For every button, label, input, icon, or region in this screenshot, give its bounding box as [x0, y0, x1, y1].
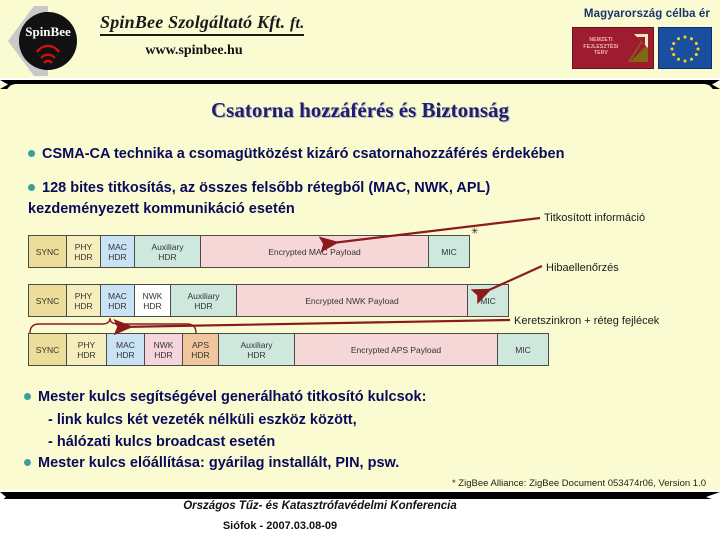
- slide-body: Csatorna hozzáférés és Biztonság CSMA-CA…: [6, 84, 714, 490]
- bullet-master-key-derive: Mester kulcs segítségével generálható ti…: [24, 389, 426, 405]
- cell-mic: MIC: [498, 334, 548, 365]
- campaign-slogan: Magyarország célba ér: [583, 8, 710, 20]
- cell-mac-hdr: MAC HDR: [107, 334, 145, 365]
- cell-aps-hdr: APS HDR: [183, 334, 219, 365]
- cell-aux-hdr: Auxiliary HDR: [171, 285, 237, 316]
- bullet-dot-icon: [28, 149, 35, 157]
- cell-sync: SYNC: [29, 236, 67, 267]
- annotation-encrypted-info: Titkosított információ: [544, 212, 646, 224]
- bullet-master-key-derive-label: Mester kulcs segítségével generálható ti…: [38, 389, 427, 405]
- sub-item-link-key: - link kulcs két vezeték nélküli eszköz …: [48, 412, 357, 428]
- bullet-csma-ca: CSMA-CA technika a csomagütközést kizáró…: [28, 146, 564, 162]
- cell-mac-hdr: MAC HDR: [101, 285, 135, 316]
- slide-root: SpinBee SpinBee Szolgáltató Kft. ft. www…: [0, 0, 720, 540]
- arrow-frame-sync: [113, 318, 511, 336]
- brace-header-group: [29, 317, 197, 334]
- cell-aux-hdr: Auxiliary HDR: [219, 334, 295, 365]
- company-name-text: SpinBee Szolgáltató Kft.: [100, 12, 286, 32]
- frame-aps: SYNC PHY HDR MAC HDR NWK HDR APS HDR Aux…: [28, 333, 549, 366]
- bullet-master-key-source-label: Mester kulcs előállítása: gyárilag insta…: [38, 455, 400, 471]
- cell-payload: Encrypted NWK Payload: [237, 285, 468, 316]
- frame-nwk: SYNC PHY HDR MAC HDR NWK HDR Auxiliary H…: [28, 284, 509, 317]
- annotation-frame-sync: Keretszinkron + réteg fejlécek: [514, 315, 660, 327]
- cell-sync: SYNC: [29, 285, 67, 316]
- annotation-error-check: Hibaellenőrzés: [546, 262, 619, 274]
- spinbee-logo: SpinBee: [8, 4, 104, 78]
- company-name-suffix: ft.: [290, 15, 305, 32]
- cell-phy-hdr: PHY HDR: [67, 236, 101, 267]
- company-url: www.spinbee.hu: [145, 43, 243, 58]
- bullet-encryption-continuation: kezdeményezett kommunikáció esetén: [28, 201, 295, 217]
- cell-payload: Encrypted APS Payload: [295, 334, 498, 365]
- cell-phy-hdr: PHY HDR: [67, 334, 107, 365]
- footnote-asterisk-marker: ✳: [471, 226, 479, 236]
- frame-mac: SYNC PHY HDR MAC HDR Auxiliary HDR Encry…: [28, 235, 470, 268]
- eu-flag-logo: [658, 27, 712, 69]
- bullet-dot-icon: [28, 183, 35, 191]
- slide-footer: Országos Tűz- és Katasztrófavédelmi Konf…: [0, 499, 720, 540]
- company-name: SpinBee Szolgáltató Kft. ft.: [100, 12, 305, 36]
- footer-divider-bar: [0, 489, 720, 502]
- cell-mic: MIC: [429, 236, 469, 267]
- bullet-encryption: 128 bites titkosítás, az összes felsőbb …: [28, 180, 490, 196]
- slide-header: SpinBee SpinBee Szolgáltató Kft. ft. www…: [0, 0, 720, 78]
- sub-item-link-key-label: - link kulcs két vezeték nélküli eszköz …: [48, 412, 357, 428]
- cell-phy-hdr: PHY HDR: [67, 285, 101, 316]
- nft-arrow-icon: [628, 34, 648, 62]
- conference-place-date: Siófok - 2007.03.08-09: [222, 520, 338, 532]
- cell-payload: Encrypted MAC Payload: [201, 236, 429, 267]
- cell-nwk-hdr: NWK HDR: [135, 285, 171, 316]
- cell-mac-hdr: MAC HDR: [101, 236, 135, 267]
- cell-aux-hdr: Auxiliary HDR: [135, 236, 201, 267]
- svg-text:SpinBee: SpinBee: [25, 24, 71, 39]
- sub-item-network-key: - hálózati kulcs broadcast esetén: [48, 434, 275, 450]
- bullet-dot-icon: [24, 458, 31, 466]
- bullet-encryption-label: 128 bites titkosítás, az összes felsőbb …: [42, 180, 491, 196]
- cell-sync: SYNC: [29, 334, 67, 365]
- bullet-csma-ca-label: CSMA-CA technika a csomagütközést kizáró…: [42, 146, 565, 162]
- zigbee-reference-footnote: * ZigBee Alliance: ZigBee Document 05347…: [451, 478, 706, 489]
- sub-item-network-key-label: - hálózati kulcs broadcast esetén: [48, 434, 276, 450]
- bullet-dot-icon: [24, 392, 31, 400]
- page-title: Csatorna hozzáférés és Biztonság: [210, 98, 510, 122]
- cell-mic: MIC: [468, 285, 508, 316]
- conference-name: Országos Tűz- és Katasztrófavédelmi Konf…: [183, 500, 457, 512]
- nemzeti-fejlesztesi-terv-logo: NEMZETI FEJLESZTÉSI TERV: [572, 27, 654, 69]
- cell-nwk-hdr: NWK HDR: [145, 334, 183, 365]
- bullet-master-key-source: Mester kulcs előállítása: gyárilag insta…: [24, 455, 399, 471]
- nft-logo-text: NEMZETI FEJLESZTÉSI TERV: [583, 37, 619, 56]
